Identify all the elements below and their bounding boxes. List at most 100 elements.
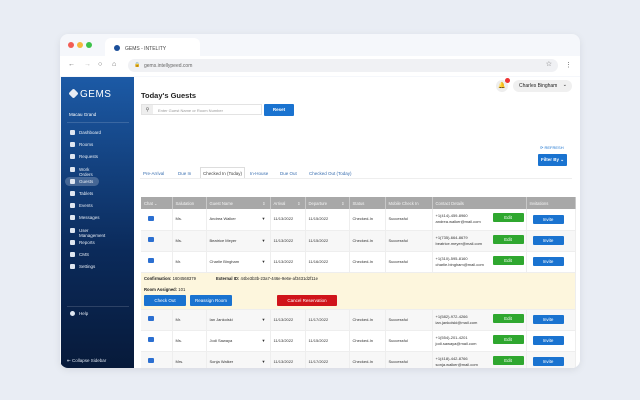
sidebar-item-settings[interactable]: Settings xyxy=(65,262,99,271)
filter-by-button[interactable]: Filter By ⌄ xyxy=(538,154,567,166)
cancel-reservation-button[interactable]: Cancel Reservation xyxy=(277,294,337,306)
arrival-date: 11/13/2022 xyxy=(270,351,306,368)
collapse-sidebar-button[interactable]: ⇤ Collapse Sidebar xyxy=(67,358,106,364)
departure-date: 11/16/2022 xyxy=(305,251,350,273)
chat-icon[interactable] xyxy=(148,316,154,321)
column-header-guest-name[interactable]: Guest Name ⇕ xyxy=(206,197,271,209)
maximize-window-button[interactable] xyxy=(86,42,92,48)
tab-due-out[interactable]: Due Out xyxy=(280,171,297,176)
tab-in-house[interactable]: In-House xyxy=(250,171,268,176)
tab-due-in[interactable]: Due In xyxy=(178,171,191,176)
guest-name-cell[interactable]: Sonja Walker ▼ xyxy=(206,351,271,368)
browser-tab[interactable]: GEMS - INTELITY xyxy=(105,38,200,57)
sidebar-item-work-orders[interactable]: Work Orders xyxy=(65,165,99,177)
menu-icon[interactable]: ⋮ xyxy=(565,61,572,69)
reset-button[interactable]: Reset xyxy=(264,104,294,116)
sort-icon[interactable]: ⇕ xyxy=(262,201,265,206)
chat-icon[interactable] xyxy=(148,258,154,263)
sidebar-item-label: Events xyxy=(79,203,93,209)
clipboard-icon xyxy=(70,166,75,172)
check-out-button[interactable]: Check Out xyxy=(144,294,186,306)
status: Checked-In xyxy=(349,351,386,368)
forward-icon[interactable]: → xyxy=(84,61,91,68)
gems-logo: GEMS xyxy=(68,88,111,100)
sidebar-item-user-management[interactable]: User Management xyxy=(65,226,105,238)
sidebar-item-requests[interactable]: Requests xyxy=(65,152,99,161)
guest-name-cell[interactable]: Andrea Walker ▼ xyxy=(206,209,271,231)
edit-button[interactable]: Edit xyxy=(492,355,524,365)
invite-button[interactable]: Invite xyxy=(532,336,564,345)
sidebar-item-label: Messages xyxy=(79,215,100,221)
main-content: 🔔 Charles Bingham ⌄ Today's Guests ⚲ Enter… xyxy=(134,77,580,368)
tab-checked-in-today[interactable]: Checked In (Today) xyxy=(200,167,246,178)
reassign-room-button[interactable]: Reassign Room xyxy=(190,294,232,306)
sidebar-item-label: User Management xyxy=(79,227,106,238)
sidebar-item-guests[interactable]: Guests xyxy=(65,176,99,186)
contact-details: Edit +1(414)-459-8960 andrea.walker@mail.c… xyxy=(432,209,527,231)
invite-button[interactable]: Invite xyxy=(532,315,564,324)
star-icon[interactable]: ☆ xyxy=(546,60,552,68)
column-header-arrival[interactable]: Arrival ⇕ xyxy=(270,197,306,209)
tab-checked-out-today[interactable]: Checked Out (Today) xyxy=(309,171,352,176)
sidebar-item-dashboard[interactable]: Dashboard xyxy=(65,128,101,137)
sidebar-item-messages[interactable]: Messages xyxy=(65,213,100,222)
back-icon[interactable]: ← xyxy=(68,61,75,68)
sidebar-item-tablets[interactable]: Tablets xyxy=(65,189,99,198)
sidebar-item-help[interactable]: Help xyxy=(65,309,99,318)
guest-name-cell[interactable]: Ian Jankolski ▼ xyxy=(206,309,271,331)
table-row: Mr. Charlie Bingham ▼ 11/13/2022 11/16/20… xyxy=(141,251,576,273)
chevron-down-icon: ⌄ xyxy=(562,82,567,88)
sidebar: GEMS Macau Grand Dashboard Rooms Requests W… xyxy=(61,77,134,368)
user-menu[interactable]: Charles Bingham ⌄ xyxy=(513,80,572,92)
tab-pre-arrival[interactable]: Pre-Arrival xyxy=(143,171,164,176)
guest-name-cell[interactable]: Jodi Sawaya ▼ xyxy=(206,330,271,352)
invite-button[interactable]: Invite xyxy=(532,257,564,266)
caret-down-icon[interactable]: ▼ xyxy=(262,359,266,365)
guest-name-cell[interactable]: Charlie Bingham ▼ xyxy=(206,251,271,273)
edit-button[interactable]: Edit xyxy=(492,234,524,244)
close-window-button[interactable] xyxy=(68,42,74,48)
home-icon[interactable]: ⌂ xyxy=(112,61,116,68)
lock-icon: 🔒 xyxy=(134,62,141,68)
column-header-departure[interactable]: Departure ⇕ xyxy=(305,197,350,209)
sort-icon[interactable]: ⇕ xyxy=(297,201,300,206)
sidebar-item-rooms[interactable]: Rooms xyxy=(65,140,99,149)
status: Checked-In xyxy=(349,309,386,331)
user-gear-icon xyxy=(70,227,75,233)
refresh-button[interactable]: ⟳ REFRESH xyxy=(540,145,564,150)
search-input[interactable]: ⚲ Enter Guest Name or Room Number xyxy=(141,104,262,115)
caret-down-icon[interactable]: ▼ xyxy=(262,317,266,323)
chat-icon[interactable] xyxy=(148,215,154,221)
sort-icon[interactable]: ⇕ xyxy=(341,201,344,206)
edit-button[interactable]: Edit xyxy=(492,255,524,265)
invite-button[interactable]: Invite xyxy=(532,357,564,366)
chat-icon[interactable] xyxy=(148,358,154,363)
caret-down-icon[interactable]: ▼ xyxy=(262,238,266,244)
status: Checked-In xyxy=(349,330,386,352)
chat-icon[interactable] xyxy=(148,237,154,242)
address-bar[interactable]: 🔒 gems.intellypeed.com ☆ xyxy=(128,59,558,72)
edit-button[interactable]: Edit xyxy=(492,334,524,344)
sidebar-item-events[interactable]: Events xyxy=(65,201,99,210)
minimize-window-button[interactable] xyxy=(77,42,83,48)
arrival-date: 11/13/2022 xyxy=(270,230,306,252)
sidebar-item-label: Guests xyxy=(79,178,94,184)
sidebar-item-reports[interactable]: Reports xyxy=(65,238,99,247)
caret-down-icon[interactable]: ▼ xyxy=(262,216,266,222)
chat-icon[interactable] xyxy=(148,337,154,342)
departure-date: 11/15/2022 xyxy=(305,230,350,252)
page-title: Today's Guests xyxy=(141,91,196,100)
invite-button[interactable]: Invite xyxy=(532,236,564,245)
column-header-chat[interactable]: Chat ⌄ xyxy=(141,197,173,209)
tablet-icon xyxy=(70,191,75,196)
edit-button[interactable]: Edit xyxy=(492,213,524,223)
caret-down-icon[interactable]: ▼ xyxy=(262,338,266,344)
guest-name-cell[interactable]: Beatrice Meyer ▼ xyxy=(206,230,271,252)
caret-down-icon[interactable]: ▼ xyxy=(262,259,266,265)
notification-badge xyxy=(505,78,510,83)
edit-button[interactable]: Edit xyxy=(492,313,524,323)
reload-icon[interactable]: ○ xyxy=(98,61,102,68)
gear-icon xyxy=(70,264,75,270)
sidebar-item-cms[interactable]: CMS xyxy=(65,250,99,259)
invite-button[interactable]: Invite xyxy=(532,214,564,224)
